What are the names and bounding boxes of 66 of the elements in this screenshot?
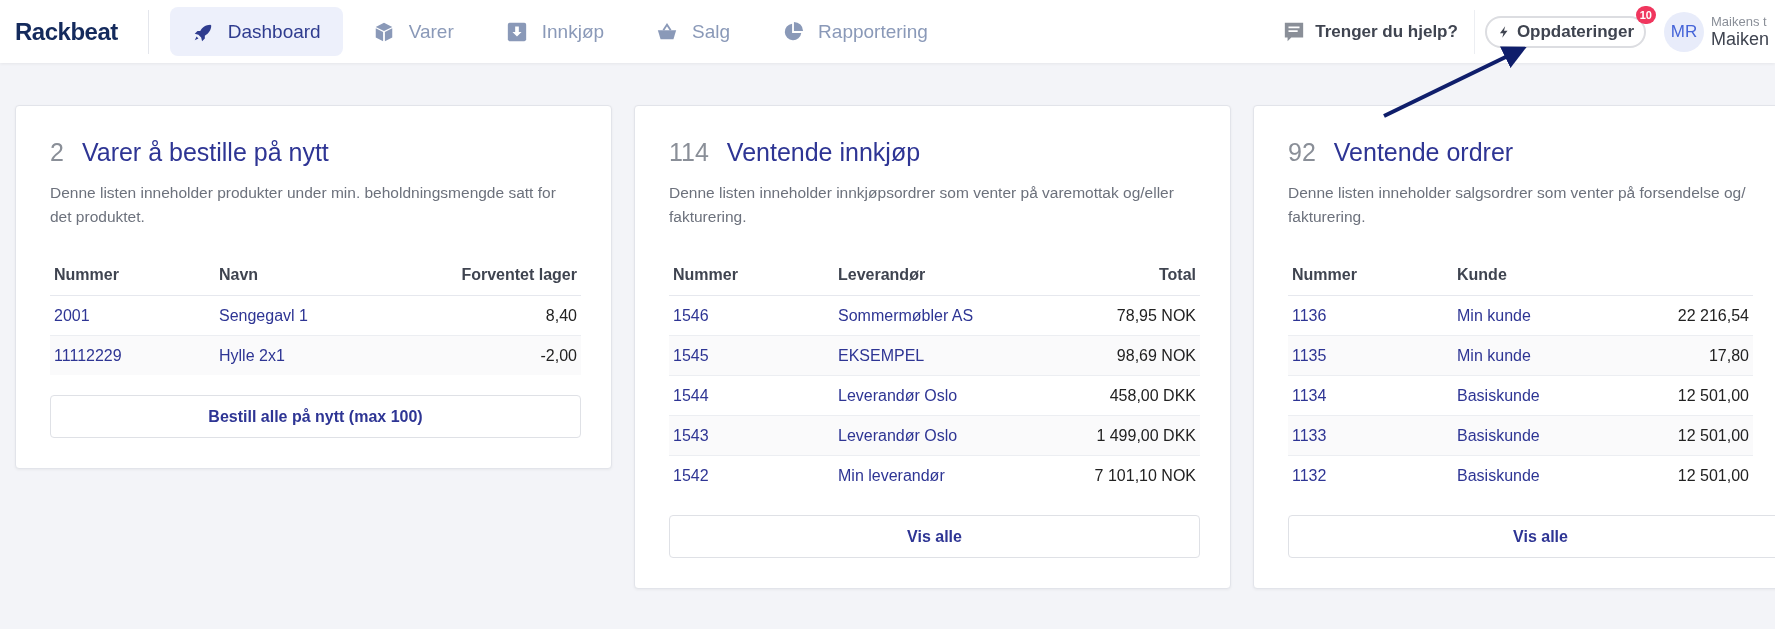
table-link[interactable]: Basiskunde [1453, 386, 1593, 405]
table-link[interactable]: Sommermøbler AS [834, 306, 1040, 325]
table-link[interactable]: 1544 [669, 386, 834, 405]
pie-chart-icon [782, 20, 805, 43]
download-icon [505, 20, 528, 43]
nav-tab[interactable]: Dashboard [169, 7, 343, 56]
table-cell-text: 1 499,00 DKK [1095, 426, 1197, 445]
table-link[interactable]: Min kunde [1453, 346, 1593, 365]
column-header: Leverandør [837, 266, 927, 284]
column-header: Navn [218, 266, 260, 284]
table-cell-text: 7 101,10 NOK [1093, 466, 1197, 485]
table-cell-text: 22 216,54 [1676, 306, 1750, 325]
column-header: Forventet lager [460, 266, 578, 284]
card-button[interactable]: Vis alle [669, 515, 1200, 558]
table-cell-text: 98,69 NOK [1115, 346, 1197, 365]
chat-icon [1283, 20, 1306, 43]
company-name: Maikens t [1711, 13, 1768, 29]
card-description: Denne listen inneholder produkter under min. beholdningsmengde satt for det produktet. [50, 183, 557, 227]
table-link[interactable]: Basiskunde [1453, 426, 1593, 445]
table-link[interactable]: 1136 [1288, 306, 1453, 325]
card-title: Ventende innkjøp [726, 138, 921, 167]
table-link[interactable]: 1134 [1288, 386, 1453, 405]
user-name: Maiken [1711, 28, 1771, 50]
card-title: Ventende ordrer [1333, 138, 1514, 167]
card-description: Denne listen inneholder innkjøpsordrer som venter på varemottak og/eller fakturering. [669, 183, 1175, 227]
table-cell-text: 12 501,00 [1676, 466, 1750, 485]
table-link[interactable]: 1545 [669, 346, 834, 365]
column-header: Nummer [53, 266, 120, 284]
table-link[interactable]: 2001 [50, 306, 215, 325]
notification-badge: 10 [1635, 5, 1656, 24]
table-link[interactable]: Leverandør Oslo [834, 386, 1040, 405]
help-link[interactable]: Trenger du hjelp? [1283, 20, 1458, 43]
table-link[interactable]: 1546 [669, 306, 834, 325]
table-link[interactable]: Min kunde [1453, 306, 1593, 325]
column-header: Kunde [1456, 266, 1508, 284]
card-button[interactable]: Vis alle [1288, 515, 1775, 558]
table-link[interactable]: Hylle 2x1 [215, 346, 421, 365]
column-header: Nummer [1291, 266, 1358, 284]
table-cell-text: 78,95 NOK [1115, 306, 1197, 325]
table-link[interactable]: 1542 [669, 466, 834, 485]
table-link[interactable]: EKSEMPEL [834, 346, 1040, 365]
table-cell-text: 12 501,00 [1676, 386, 1750, 405]
table-cell-text: 458,00 DKK [1108, 386, 1197, 405]
table-cell-text: 17,80 [1707, 346, 1750, 365]
card-description: Denne listen inneholder salgsordrer som venter på forsendelse og/ fakturering. [1288, 183, 1747, 227]
table-cell-text: -2,00 [539, 346, 578, 365]
table-link[interactable]: Min leverandør [834, 466, 1040, 485]
card-title: Varer å bestille på nytt [81, 138, 329, 167]
table-link[interactable]: 1133 [1288, 426, 1453, 445]
column-header: Nummer [672, 266, 739, 284]
table-link[interactable]: Sengegavl 1 [215, 306, 421, 325]
table-link[interactable]: Basiskunde [1453, 466, 1593, 485]
table-cell-text: 12 501,00 [1676, 426, 1750, 445]
table-link[interactable]: 1135 [1288, 346, 1453, 365]
avatar[interactable]: MR [1664, 11, 1704, 52]
table-link[interactable]: Leverandør Oslo [834, 426, 1040, 445]
column-header: Total [1157, 266, 1197, 284]
table-link[interactable]: 1132 [1288, 466, 1453, 485]
table-link[interactable]: 1543 [669, 426, 834, 445]
card-count: 92 [1288, 138, 1316, 167]
table-link[interactable]: 11112229 [50, 346, 215, 365]
card-count: 2 [50, 138, 64, 167]
card-count: 114 [669, 138, 709, 167]
table-cell-text: 8,40 [544, 306, 578, 325]
logo[interactable]: Rackbeat [15, 17, 118, 46]
card-button[interactable]: Bestill alle på nytt (max 100) [50, 395, 581, 438]
